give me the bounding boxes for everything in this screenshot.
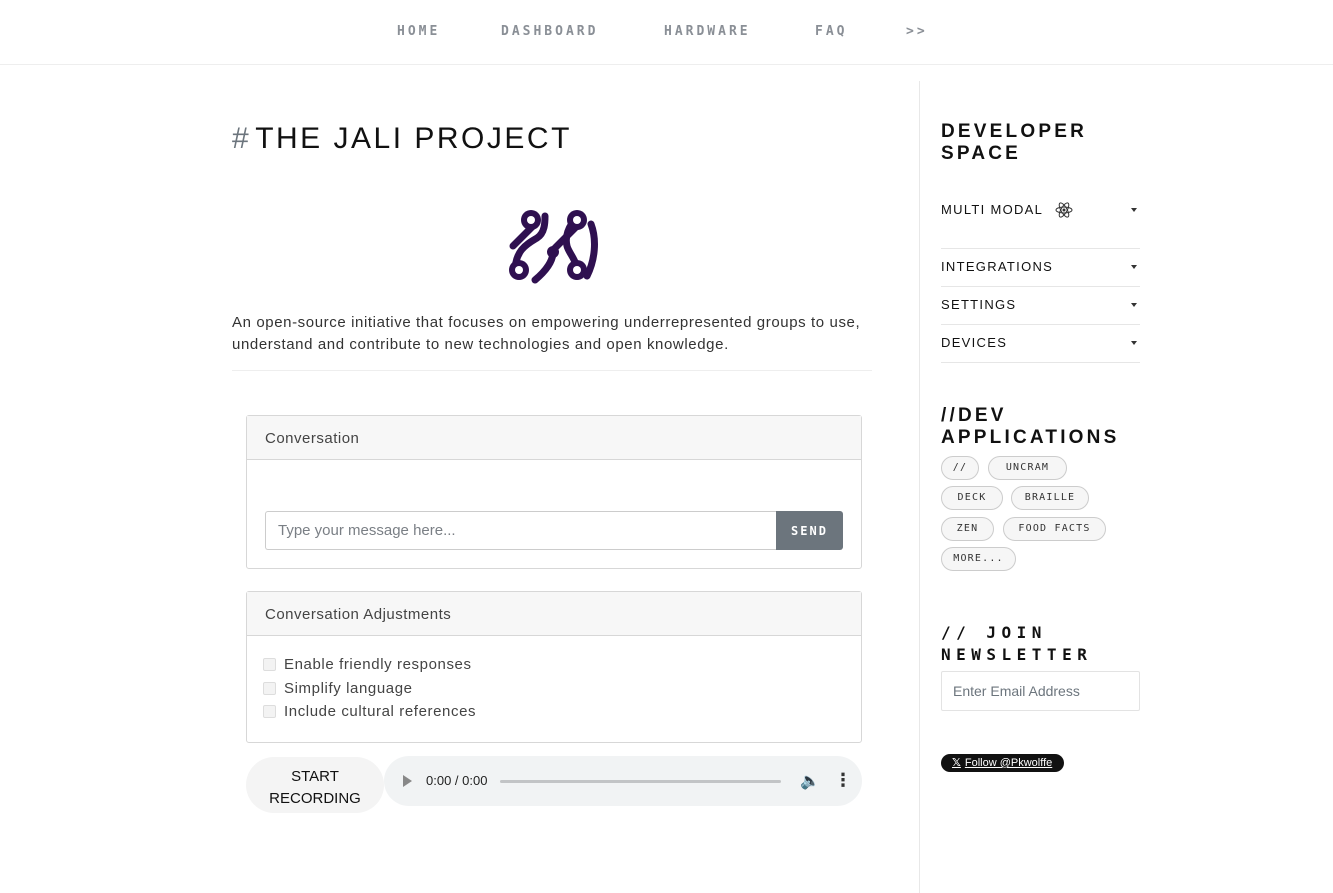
adjustments-card: Conversation Adjustments Enable friendly… bbox=[246, 591, 862, 743]
cultural-references-checkbox[interactable] bbox=[263, 705, 276, 718]
sidebar-divider bbox=[919, 81, 920, 893]
nav-hardware[interactable]: HARDWARE bbox=[664, 24, 751, 39]
divider bbox=[941, 286, 1140, 287]
newsletter-title: // JOIN NEWSLETTER bbox=[941, 623, 1093, 664]
start-recording-button[interactable]: START RECORDING bbox=[246, 757, 384, 813]
title-text: THE JALI PROJECT bbox=[255, 122, 572, 155]
app-tag-more[interactable]: MORE... bbox=[941, 547, 1016, 571]
app-tag-uncram[interactable]: UNCRAM bbox=[988, 456, 1067, 480]
top-nav: HOME DASHBOARD HARDWARE FAQ >> bbox=[0, 0, 1333, 65]
nav-home[interactable]: HOME bbox=[397, 24, 440, 39]
conversation-header: Conversation bbox=[247, 416, 861, 460]
record-label-line2: RECORDING bbox=[269, 789, 361, 807]
option-simplify-language[interactable]: Simplify language bbox=[263, 680, 413, 697]
divider bbox=[941, 324, 1140, 325]
option-cultural-references[interactable]: Include cultural references bbox=[263, 703, 476, 720]
audio-player: 0:00 / 0:00 🔈 ⋮ bbox=[384, 756, 862, 806]
divider bbox=[232, 370, 872, 371]
divider bbox=[941, 248, 1140, 249]
app-tag-food-facts[interactable]: FOOD FACTS bbox=[1003, 517, 1106, 541]
app-tag-slashes[interactable]: // bbox=[941, 456, 979, 480]
accordion-settings[interactable]: SETTINGS bbox=[941, 297, 1140, 312]
accordion-devices[interactable]: DEVICES bbox=[941, 335, 1140, 350]
accordion-integrations[interactable]: INTEGRATIONS bbox=[941, 259, 1140, 274]
nav-more[interactable]: >> bbox=[906, 24, 928, 39]
app-tag-zen[interactable]: ZEN bbox=[941, 517, 994, 541]
react-atom-icon bbox=[1055, 202, 1073, 218]
chevron-down-icon bbox=[1131, 303, 1137, 307]
accordion-label: MULTI MODAL bbox=[941, 202, 1044, 217]
accordion-label: DEVICES bbox=[941, 335, 1008, 350]
page-title: # THE JALI PROJECT bbox=[232, 122, 572, 156]
accordion-label: INTEGRATIONS bbox=[941, 259, 1054, 274]
option-label: Include cultural references bbox=[284, 703, 477, 720]
nav-faq[interactable]: FAQ bbox=[815, 24, 847, 39]
accordion-label: SETTINGS bbox=[941, 297, 1017, 312]
message-input[interactable] bbox=[265, 511, 777, 550]
developer-space-title: DEVELOPER SPACE bbox=[941, 121, 1087, 164]
accordion-multi-modal[interactable]: MULTI MODAL bbox=[941, 202, 1140, 218]
conversation-card: Conversation SEND bbox=[246, 415, 862, 569]
audio-time: 0:00 / 0:00 bbox=[426, 773, 488, 788]
follow-button[interactable]: 𝕏 Follow @Pkwolffe bbox=[941, 754, 1064, 772]
more-options-icon[interactable]: ⋮ bbox=[834, 770, 852, 791]
x-logo-icon: 𝕏 bbox=[952, 757, 961, 769]
dev-applications-title: //DEV APPLICATIONS bbox=[941, 405, 1120, 448]
adjustments-header: Conversation Adjustments bbox=[247, 592, 861, 636]
chevron-down-icon bbox=[1131, 265, 1137, 269]
record-label-line1: START bbox=[291, 767, 339, 785]
nav-dashboard[interactable]: DASHBOARD bbox=[501, 24, 598, 39]
send-button[interactable]: SEND bbox=[776, 511, 843, 550]
volume-icon[interactable]: 🔈 bbox=[800, 771, 820, 791]
friendly-responses-checkbox[interactable] bbox=[263, 658, 276, 671]
chevron-down-icon bbox=[1131, 208, 1137, 212]
option-friendly-responses[interactable]: Enable friendly responses bbox=[263, 656, 472, 673]
divider bbox=[941, 362, 1140, 363]
email-field[interactable] bbox=[941, 671, 1140, 711]
option-label: Simplify language bbox=[284, 680, 413, 697]
chevron-down-icon bbox=[1131, 341, 1137, 345]
option-label: Enable friendly responses bbox=[284, 656, 472, 673]
simplify-language-checkbox[interactable] bbox=[263, 682, 276, 695]
circuit-logo-icon bbox=[509, 210, 598, 284]
audio-seek-bar[interactable] bbox=[500, 780, 781, 783]
title-hash: # bbox=[232, 122, 252, 155]
app-tag-deck[interactable]: DECK bbox=[941, 486, 1003, 510]
project-description: An open-source initiative that focuses o… bbox=[232, 314, 861, 353]
follow-label: Follow @Pkwolffe bbox=[964, 757, 1053, 769]
app-tag-braille[interactable]: BRAILLE bbox=[1011, 486, 1089, 510]
play-icon[interactable] bbox=[403, 775, 412, 787]
